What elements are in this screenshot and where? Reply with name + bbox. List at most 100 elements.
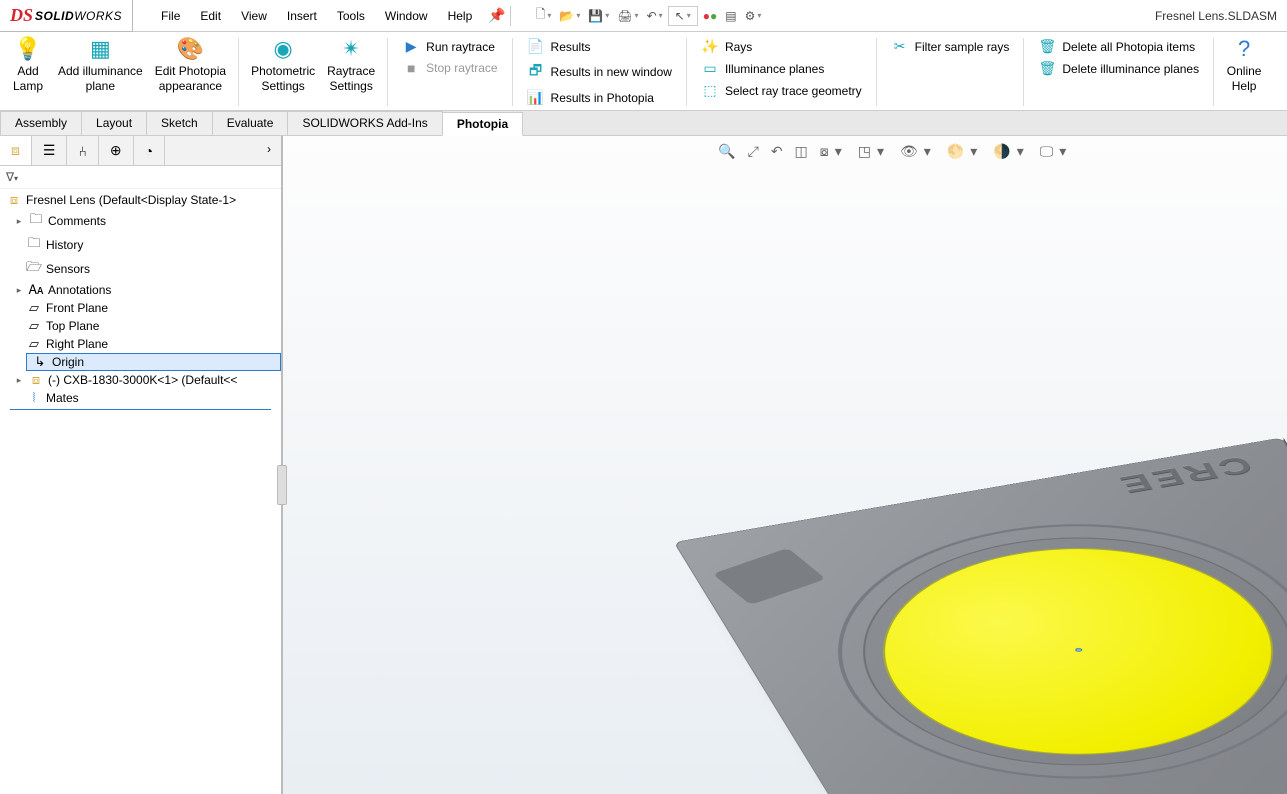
view-orientation-icon[interactable]: ⧇▾ — [816, 140, 850, 163]
edit-appearance-icon[interactable]: 🌕▾ — [943, 140, 985, 163]
tree-top-plane[interactable]: ▱Top Plane — [0, 317, 281, 335]
lamp-icon: 💡 — [14, 36, 41, 62]
menu-insert[interactable]: Insert — [277, 5, 327, 27]
traffic-light-icon[interactable]: ●● — [700, 7, 721, 25]
heads-up-view-toolbar: 🔍 ⤢ ↶ ◫ ⧇▾ ◳▾ 👁▾ 🌕▾ 🌗▾ 🖵▾ — [712, 138, 1076, 165]
add-illuminance-plane-button[interactable]: ▦Add illuminance plane — [52, 34, 149, 97]
edit-photopia-appearance-button[interactable]: 🎨Edit Photopia appearance — [149, 34, 232, 97]
tree-mates[interactable]: ⦚Mates — [0, 389, 281, 407]
undo-button[interactable]: ↶▾ — [644, 7, 666, 25]
filter-sample-rays-button[interactable]: ✂Filter sample rays — [887, 36, 1014, 57]
apply-scene-icon[interactable]: 🌗▾ — [989, 140, 1031, 163]
document-title: Fresnel Lens.SLDASM — [1155, 9, 1277, 23]
open-doc-button[interactable]: 📂▾ — [556, 7, 583, 25]
tree-annotations[interactable]: ▸🗛Annotations — [0, 281, 281, 299]
menu-file[interactable]: File — [151, 5, 190, 27]
new-doc-button[interactable]: 🗋▾ — [533, 3, 555, 28]
add-lamp-button[interactable]: 💡Add Lamp — [4, 34, 52, 97]
graphics-viewport[interactable]: 🔍 ⤢ ↶ ◫ ⧇▾ ◳▾ 👁▾ 🌕▾ 🌗▾ 🖵▾ CRE — [283, 136, 1287, 794]
assembly-icon: ⧈ — [6, 192, 22, 208]
feature-tree: ⧈ Fresnel Lens (Default<Display State-1>… — [0, 189, 281, 412]
select-ray-trace-geometry-button[interactable]: ⬚Select ray trace geometry — [697, 80, 866, 101]
zoom-area-icon[interactable]: ⤢ — [744, 140, 763, 163]
pin-icon[interactable]: 📌 — [488, 7, 505, 24]
menu-tools[interactable]: Tools — [327, 5, 375, 27]
results-button[interactable]: 📄Results — [523, 36, 676, 57]
property-manager-tab[interactable]: ☰ — [32, 136, 68, 165]
configuration-manager-tab[interactable]: ⑃ — [67, 136, 98, 165]
menu-window[interactable]: Window — [375, 5, 438, 27]
tree-comments[interactable]: ▸🗀Comments — [0, 209, 281, 233]
save-button[interactable]: 💾▾ — [585, 7, 612, 25]
plane-icon: ▱ — [26, 336, 42, 352]
filter-icon: ✂ — [891, 38, 909, 55]
part-icon: ⧈ — [28, 372, 44, 388]
origin-icon: ↳ — [32, 354, 48, 370]
logo-s-icon: DS — [10, 5, 33, 26]
folder-icon: 🗀 — [28, 210, 44, 232]
trash-icon: 🗑 — [1038, 60, 1056, 77]
feature-panel-tabs: ⧈ ☰ ⑃ ⊕ ◔ › — [0, 136, 281, 166]
photometric-settings-button[interactable]: ◉Photometric Settings — [245, 34, 321, 97]
delete-illuminance-planes-button[interactable]: 🗑Delete illuminance planes — [1034, 58, 1203, 79]
folder-icon: 🗀 — [26, 234, 42, 256]
display-manager-tab[interactable]: ◔ — [134, 136, 165, 165]
tab-assembly[interactable]: Assembly — [0, 111, 82, 135]
help-icon: ? — [1238, 36, 1250, 62]
previous-view-icon[interactable]: ↶ — [767, 140, 787, 163]
section-view-icon[interactable]: ◫ — [791, 140, 812, 163]
view-settings-icon[interactable]: 🖵▾ — [1036, 140, 1075, 163]
tree-history[interactable]: 🗀History — [0, 233, 281, 257]
feature-filter[interactable]: ∇▾ — [0, 166, 281, 189]
model-pad — [712, 548, 826, 605]
tree-sensors[interactable]: 🗁Sensors — [0, 257, 281, 281]
annotations-icon: 🗛 — [28, 282, 44, 298]
select-button[interactable]: ↖▾ — [668, 6, 698, 26]
photometric-icon: ◉ — [274, 36, 293, 62]
panel-expand-icon[interactable]: › — [257, 136, 281, 165]
rollback-bar[interactable] — [10, 409, 271, 410]
menu-bar: File Edit View Insert Tools Window Help — [151, 5, 482, 27]
title-bar: DS SOLIDWORKS File Edit View Insert Tool… — [0, 0, 1287, 32]
results-icon: 📄 — [527, 38, 545, 55]
run-raytrace-button[interactable]: ▶Run raytrace — [398, 36, 501, 57]
zoom-fit-icon[interactable]: 🔍 — [714, 140, 739, 163]
raytrace-icon: ✴ — [342, 36, 360, 62]
print-button[interactable]: 🖨▾ — [614, 7, 641, 25]
tree-origin[interactable]: ↳Origin — [26, 353, 281, 371]
delete-all-photopia-button[interactable]: 🗑Delete all Photopia items — [1034, 36, 1203, 57]
tab-photopia[interactable]: Photopia — [442, 112, 523, 136]
panel-splitter[interactable] — [277, 465, 287, 505]
display-style-icon[interactable]: ◳▾ — [854, 140, 892, 163]
raytrace-settings-button[interactable]: ✴Raytrace Settings — [321, 34, 381, 97]
results-new-window-button[interactable]: 🗗Results in new window — [523, 58, 676, 86]
illuminance-planes-button[interactable]: ▭Illuminance planes — [697, 58, 866, 79]
plane-icon: ▱ — [26, 300, 42, 316]
menu-view[interactable]: View — [231, 5, 277, 27]
results-in-photopia-button[interactable]: 📊Results in Photopia — [523, 87, 676, 108]
form-icon[interactable]: ▤ — [722, 7, 739, 25]
tab-evaluate[interactable]: Evaluate — [212, 111, 289, 135]
menu-help[interactable]: Help — [438, 5, 483, 27]
hide-show-icon[interactable]: 👁▾ — [896, 140, 939, 163]
options-button[interactable]: ⚙▾ — [742, 7, 765, 25]
tab-sketch[interactable]: Sketch — [146, 111, 213, 135]
tree-front-plane[interactable]: ▱Front Plane — [0, 299, 281, 317]
stop-raytrace-button: ■Stop raytrace — [398, 58, 501, 78]
online-help-button[interactable]: ?Online Help — [1220, 34, 1268, 97]
rays-button[interactable]: ✨Rays — [697, 36, 866, 57]
dimxpert-manager-tab[interactable]: ⊕ — [99, 136, 134, 165]
sensors-icon: 🗁 — [26, 258, 42, 280]
tree-root[interactable]: ⧈ Fresnel Lens (Default<Display State-1> — [0, 191, 281, 209]
model-brand-text: CREE — [1110, 450, 1257, 498]
feature-tree-tab[interactable]: ⧈ — [0, 136, 32, 165]
plane-icon: ▱ — [26, 318, 42, 334]
play-icon: ▶ — [402, 38, 420, 55]
mates-icon: ⦚ — [26, 390, 42, 406]
tab-layout[interactable]: Layout — [81, 111, 147, 135]
menu-edit[interactable]: Edit — [190, 5, 231, 27]
tree-part[interactable]: ▸⧈(-) CXB-1830-3000K<1> (Default<< — [0, 371, 281, 389]
tree-right-plane[interactable]: ▱Right Plane — [0, 335, 281, 353]
planes-icon: ▭ — [701, 60, 719, 77]
tab-addins[interactable]: SOLIDWORKS Add-Ins — [287, 111, 442, 135]
